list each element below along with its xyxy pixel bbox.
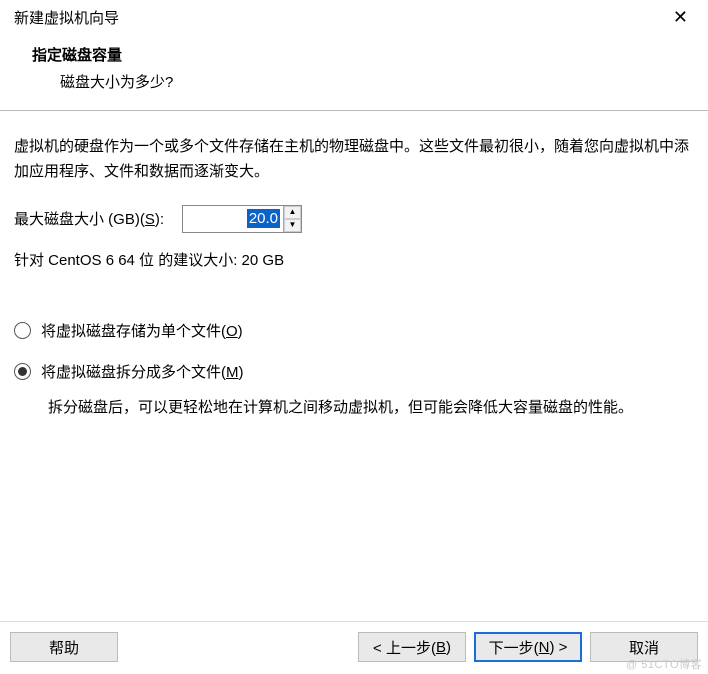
radio-split-files-row[interactable]: 将虚拟磁盘拆分成多个文件(M) [14, 361, 694, 382]
header-title: 指定磁盘容量 [32, 44, 694, 65]
close-icon[interactable]: ✕ [667, 6, 694, 28]
header-subtitle: 磁盘大小为多少? [32, 71, 694, 92]
recommended-size-text: 针对 CentOS 6 64 位 的建议大小: 20 GB [14, 249, 694, 270]
wizard-header: 指定磁盘容量 磁盘大小为多少? [0, 36, 708, 111]
titlebar: 新建虚拟机向导 ✕ [0, 0, 708, 36]
radio-split-description: 拆分磁盘后，可以更轻松地在计算机之间移动虚拟机，但可能会降低大容量磁盘的性能。 [14, 396, 694, 421]
description-text: 虚拟机的硬盘作为一个或多个文件存储在主机的物理磁盘中。这些文件最初很小，随着您向… [14, 135, 694, 185]
radio-single-file[interactable] [14, 322, 31, 339]
spinner-down-icon[interactable]: ▼ [284, 219, 301, 232]
radio-single-file-row[interactable]: 将虚拟磁盘存储为单个文件(O) [14, 320, 694, 341]
disk-split-radio-group: 将虚拟磁盘存储为单个文件(O) 将虚拟磁盘拆分成多个文件(M) 拆分磁盘后，可以… [14, 320, 694, 421]
back-button[interactable]: < 上一步(B) [358, 632, 466, 662]
disk-size-label: 最大磁盘大小 (GB)(S): [14, 208, 164, 229]
cancel-button[interactable]: 取消 [590, 632, 698, 662]
spinner-buttons: ▲ ▼ [283, 206, 301, 232]
window-title: 新建虚拟机向导 [14, 7, 119, 28]
help-button[interactable]: 帮助 [10, 632, 118, 662]
disk-size-spinner[interactable]: 20.0 ▲ ▼ [182, 205, 302, 233]
disk-size-row: 最大磁盘大小 (GB)(S): 20.0 ▲ ▼ [14, 205, 694, 233]
spinner-up-icon[interactable]: ▲ [284, 206, 301, 219]
button-bar: 帮助 < 上一步(B) 下一步(N) > 取消 [0, 621, 708, 674]
content-area: 虚拟机的硬盘作为一个或多个文件存储在主机的物理磁盘中。这些文件最初很小，随着您向… [0, 111, 708, 621]
radio-split-files[interactable] [14, 363, 31, 380]
radio-single-file-label[interactable]: 将虚拟磁盘存储为单个文件(O) [41, 320, 243, 341]
radio-split-files-label[interactable]: 将虚拟磁盘拆分成多个文件(M) [41, 361, 244, 382]
next-button[interactable]: 下一步(N) > [474, 632, 582, 662]
disk-size-input[interactable]: 20.0 [183, 206, 283, 232]
